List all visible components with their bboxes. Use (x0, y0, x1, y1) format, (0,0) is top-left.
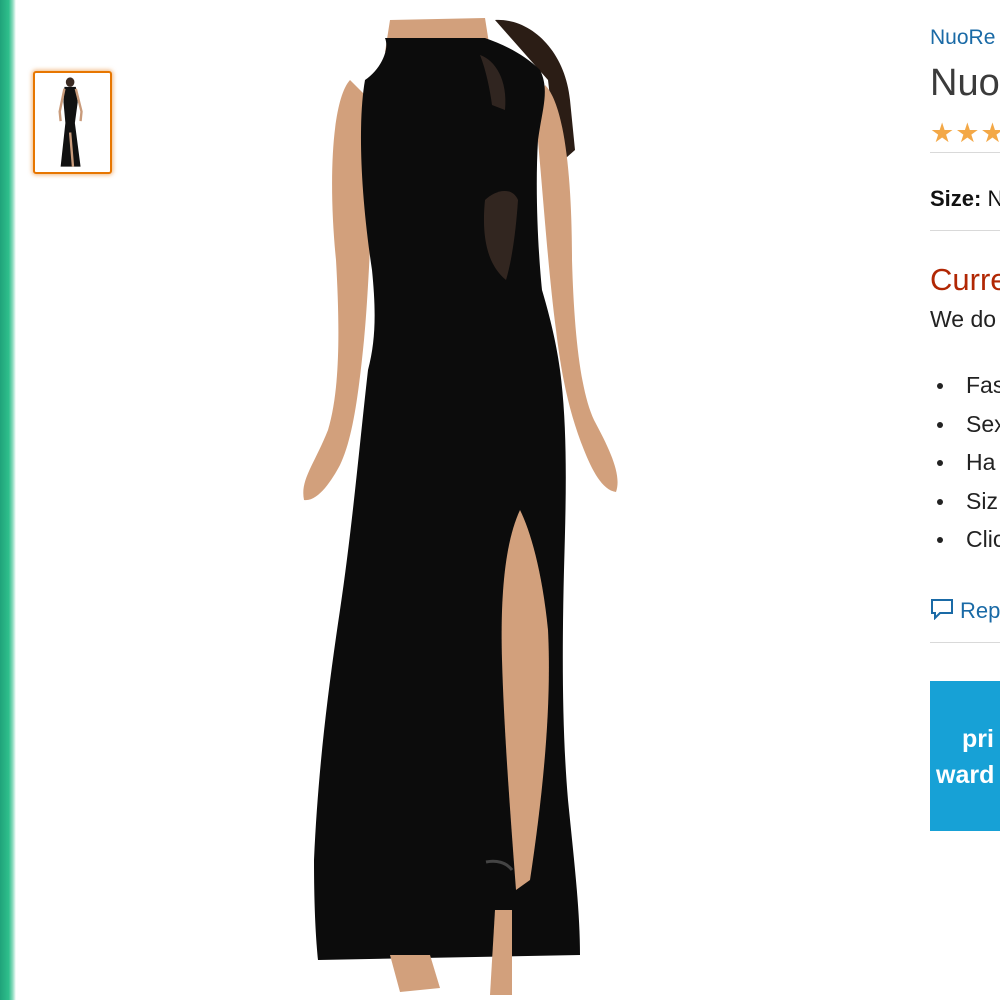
star-rating[interactable]: ★★★ (930, 118, 1000, 149)
product-main-image[interactable] (280, 10, 640, 1000)
product-title: Nuo (930, 62, 1000, 104)
speech-bubble-icon (930, 598, 954, 626)
report-link-text[interactable]: Rep (960, 598, 1000, 623)
divider (930, 642, 1000, 643)
size-selector-label: Size: N (930, 186, 1000, 212)
size-value: N (987, 186, 1000, 211)
list-item: Ha (930, 447, 1000, 486)
list-item: Sex (930, 409, 1000, 448)
promo-line-1: pri (962, 725, 994, 753)
dress-thumbnail-icon (35, 73, 110, 172)
black-maxi-dress-photo (280, 10, 640, 1000)
list-item: Clic (930, 524, 1000, 563)
divider (930, 152, 1000, 153)
feature-bullets: Fas Sex Ha Siz Clic (930, 370, 1000, 563)
list-item: Siz (930, 486, 1000, 525)
size-label: Size: (930, 186, 982, 211)
product-details-panel: NuoRe Nuo ★★★ Size: N Curre We do Fas Se… (930, 0, 1000, 1000)
divider (930, 230, 1000, 231)
availability-status: Curre (930, 262, 1000, 297)
window-edge-accent (0, 0, 16, 1000)
image-thumbnail-1[interactable] (33, 71, 112, 174)
brand-link[interactable]: NuoRe (930, 26, 995, 50)
availability-note: We do (930, 306, 997, 332)
list-item: Fas (930, 370, 1000, 409)
report-link[interactable]: Rep (930, 598, 1000, 626)
promo-line-2: ward (936, 761, 995, 789)
prime-wardrobe-banner[interactable]: pri ward (930, 681, 1000, 831)
